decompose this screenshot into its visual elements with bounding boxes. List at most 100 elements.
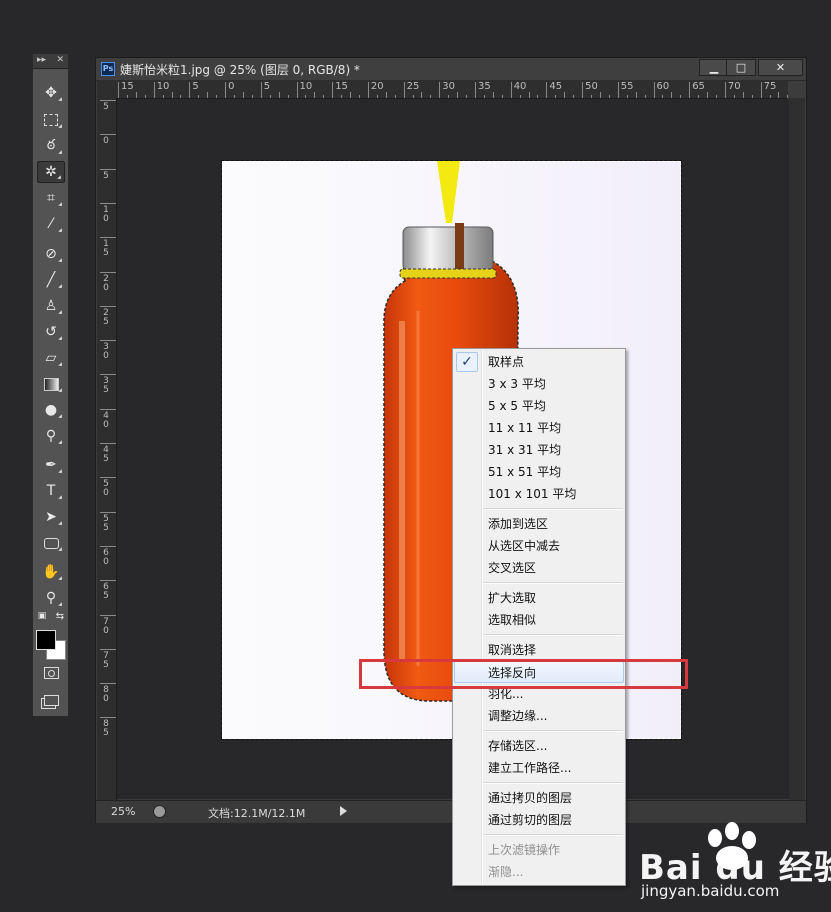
quick-mask-icon[interactable] — [37, 662, 65, 684]
panel-expand-icon[interactable]: ▸▸ — [37, 54, 46, 68]
default-colors-icon[interactable]: ▣ — [35, 610, 49, 622]
minimize-button[interactable]: ▁ — [699, 59, 729, 76]
ruler-minor-tick — [171, 92, 173, 98]
ruler-minor-tick — [162, 95, 164, 98]
move-tool-icon[interactable]: ✥ — [37, 82, 65, 104]
tools-panel: ▸▸ ✕ ✥ ఠ ✲ ⌗ ⁄ ⊘ ╱ ♙ ↺ ▱ ● ⚲ ✒ T ➤ ✋ ⚲ ▣… — [32, 53, 69, 717]
ruler-tick — [332, 82, 334, 98]
ruler-minor-tick — [591, 95, 593, 98]
ruler-minor-tick — [564, 92, 566, 98]
panel-close-icon[interactable]: ✕ — [56, 54, 64, 68]
spot-healing-tool-icon[interactable]: ⊘ — [37, 243, 65, 265]
menu-item[interactable]: 101 x 101 平均 — [454, 483, 624, 505]
gradient-tool-icon[interactable] — [37, 373, 65, 395]
ruler-tick — [100, 408, 116, 410]
menu-item[interactable]: 存储选区... — [454, 735, 624, 757]
crop-tool-icon[interactable]: ⌗ — [37, 187, 65, 209]
ruler-h-label: 15 — [121, 81, 134, 92]
horizontal-ruler[interactable]: 15 10 5 0 5 10 15 20 25 30 35 40 45 50 55 60 65 70 75 — [116, 80, 788, 99]
menu-item-label: 101 x 101 平均 — [488, 487, 577, 501]
eyedropper-tool-icon[interactable]: ⁄ — [37, 213, 65, 235]
blur-tool-icon[interactable]: ● — [37, 399, 65, 421]
ruler-h-label: 5 — [192, 81, 199, 92]
status-menu-arrow-icon[interactable] — [340, 806, 347, 816]
menu-item-label: 上次滤镜操作 — [488, 843, 561, 857]
menu-item[interactable]: 从选区中减去 — [454, 535, 624, 557]
screen-mode-icon[interactable] — [37, 689, 65, 711]
menu-item[interactable]: 添加到选区 — [454, 513, 624, 535]
document-titlebar[interactable]: Ps 婕斯怡米粒1.jpg @ 25% (图层 0, RGB/8) * ▁ □ … — [96, 58, 806, 81]
swap-colors-icon[interactable]: ⇆ — [53, 610, 67, 622]
close-button[interactable]: ✕ — [758, 59, 803, 76]
menu-item-label: 渐隐... — [488, 865, 524, 879]
path-selection-tool-icon[interactable]: ➤ — [37, 506, 65, 528]
menu-item[interactable]: 扩大选取 — [454, 587, 624, 609]
menu-item[interactable]: 51 x 51 平均 — [454, 461, 624, 483]
menu-item[interactable]: 交叉选区 — [454, 557, 624, 579]
ruler-h-label: 15 — [335, 81, 348, 92]
lasso-tool-icon[interactable]: ఠ — [37, 135, 65, 157]
hand-tool-icon[interactable]: ✋ — [37, 561, 65, 583]
ruler-minor-tick — [394, 95, 396, 98]
menu-item[interactable]: 取消选择 — [454, 639, 624, 661]
menu-item[interactable]: 建立工作路径... — [454, 757, 624, 779]
ruler-v-label: 15 — [103, 239, 109, 259]
menu-item-label: 通过剪切的图层 — [488, 813, 573, 827]
zoom-tool-icon[interactable]: ⚲ — [37, 587, 65, 609]
ruler-minor-tick — [350, 92, 352, 98]
ruler-h-label: 25 — [406, 81, 420, 92]
ruler-minor-tick — [144, 95, 146, 98]
ruler-minor-tick — [242, 92, 244, 98]
menu-item[interactable]: 3 x 3 平均 — [454, 373, 624, 395]
history-brush-tool-icon[interactable]: ↺ — [37, 321, 65, 343]
shape-tool-icon[interactable] — [37, 532, 65, 554]
selection-marker — [437, 161, 460, 223]
ruler-minor-tick — [662, 95, 664, 98]
document-size: 文档:12.1M/12.1M — [208, 807, 306, 820]
ruler-v-label: 60 — [103, 547, 109, 567]
ruler-minor-tick — [314, 92, 316, 98]
marquee-tool-icon[interactable] — [37, 109, 65, 131]
ruler-minor-tick — [251, 95, 253, 98]
menu-item[interactable]: 通过拷贝的图层 — [454, 787, 624, 809]
ruler-tick — [100, 683, 116, 685]
ruler-minor-tick — [751, 95, 753, 98]
menu-item[interactable]: 选取相似 — [454, 609, 624, 631]
magic-wand-tool-icon[interactable]: ✲ — [37, 161, 65, 183]
menu-item[interactable]: 31 x 31 平均 — [454, 439, 624, 461]
ruler-v-label: 65 — [103, 582, 109, 602]
vertical-scrollbar[interactable] — [789, 98, 805, 800]
ruler-minor-tick — [358, 95, 360, 98]
menu-item[interactable]: 调整边缘... — [454, 705, 624, 727]
menu-item[interactable]: 取样点 — [454, 351, 624, 373]
zoom-level[interactable]: 25% — [111, 805, 135, 818]
ruler-minor-tick — [483, 95, 485, 98]
menu-separator — [483, 582, 623, 584]
clone-stamp-tool-icon[interactable]: ♙ — [37, 295, 65, 317]
ruler-minor-tick — [787, 95, 788, 98]
ruler-minor-tick — [287, 95, 289, 98]
brush-tool-icon[interactable]: ╱ — [37, 269, 65, 291]
ruler-minor-tick — [519, 95, 521, 98]
ruler-minor-tick — [778, 92, 780, 98]
type-tool-icon[interactable]: T — [37, 480, 65, 502]
ruler-tick — [367, 82, 369, 98]
ruler-minor-tick — [644, 95, 646, 98]
menu-item-label: 建立工作路径... — [488, 761, 572, 775]
menu-item[interactable]: 11 x 11 平均 — [454, 417, 624, 439]
ruler-origin[interactable] — [97, 80, 116, 98]
ruler-tick — [100, 648, 116, 650]
menu-item[interactable]: 通过剪切的图层 — [454, 809, 624, 831]
dodge-tool-icon[interactable]: ⚲ — [37, 425, 65, 447]
status-info-icon[interactable] — [153, 805, 166, 818]
pen-tool-icon[interactable]: ✒ — [37, 454, 65, 476]
vertical-ruler[interactable]: 50510152025303540455055606570758085 — [97, 98, 117, 800]
ruler-minor-tick — [698, 95, 700, 98]
ruler-tick — [153, 82, 155, 98]
maximize-button[interactable]: □ — [726, 59, 756, 76]
foreground-color-swatch[interactable] — [36, 630, 56, 650]
ruler-tick — [118, 82, 119, 98]
ruler-minor-tick — [626, 95, 628, 98]
eraser-tool-icon[interactable]: ▱ — [37, 347, 65, 369]
menu-item[interactable]: 5 x 5 平均 — [454, 395, 624, 417]
